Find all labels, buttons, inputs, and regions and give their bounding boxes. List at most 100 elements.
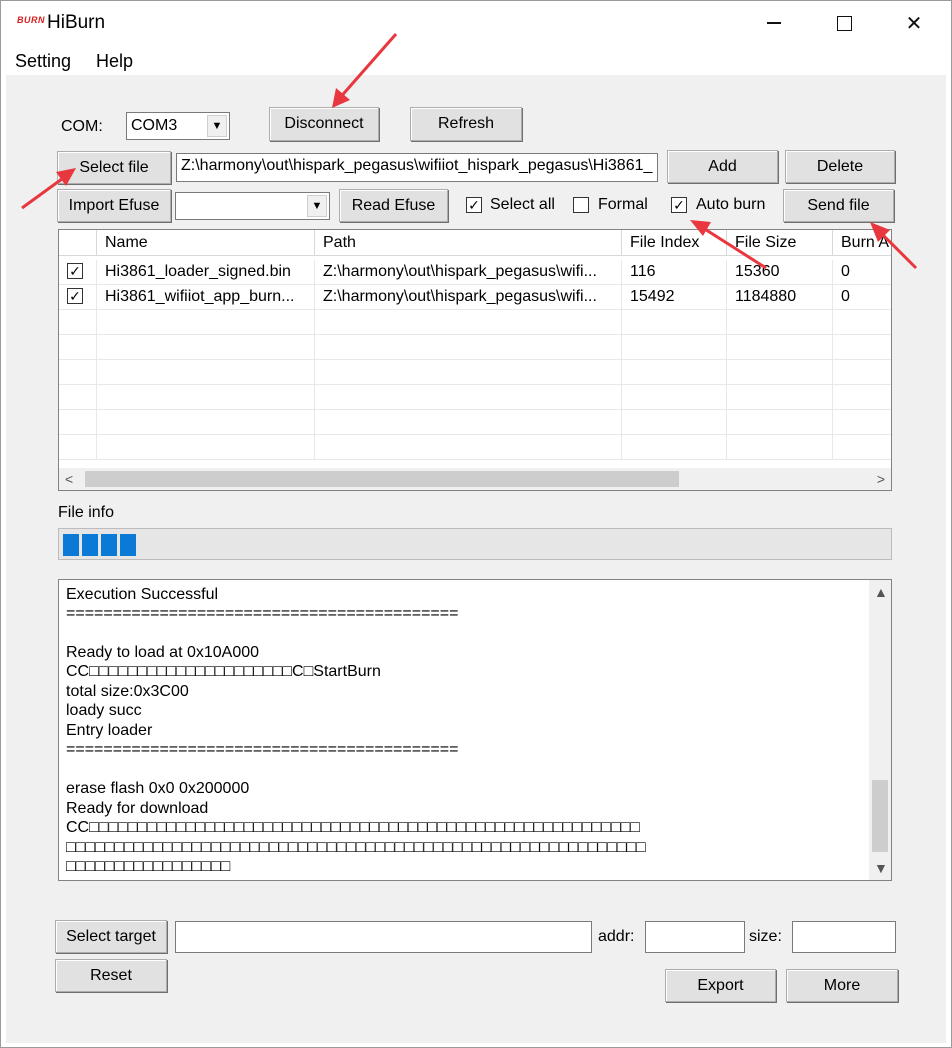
row-checkbox[interactable]: ✓ <box>67 263 83 279</box>
progress-block <box>63 534 79 556</box>
row-burn: 0 <box>833 260 891 285</box>
row-file-size: 15360 <box>727 260 833 285</box>
target-input[interactable] <box>175 921 592 953</box>
select-file-button[interactable]: Select file <box>57 151 171 184</box>
add-button[interactable]: Add <box>667 150 778 183</box>
addr-input[interactable] <box>645 921 745 953</box>
row-checkbox[interactable]: ✓ <box>67 288 83 304</box>
chevron-right-icon[interactable]: > <box>877 471 885 487</box>
log-line: CC□□□□□□□□□□□□□□□□□□□□□C□StartBurn <box>66 663 381 680</box>
reset-button[interactable]: Reset <box>55 959 167 992</box>
select-target-button[interactable]: Select target <box>55 920 167 953</box>
log-line: □□□□□□□□□□□□□□□□□□□□□□□□□□□□□□□□□□□□□□□□… <box>66 839 646 856</box>
table-header: Name Path File Index File Size Burn A <box>59 230 891 256</box>
efuse-select[interactable]: ▼ <box>175 192 330 220</box>
empty-cell <box>727 410 833 435</box>
chevron-down-icon[interactable]: ▼ <box>207 115 227 137</box>
empty-cell <box>315 310 622 335</box>
size-label: size: <box>749 928 782 945</box>
empty-cell <box>727 385 833 410</box>
header-file-size[interactable]: File Size <box>727 230 833 256</box>
empty-cell <box>59 410 97 435</box>
empty-cell <box>59 360 97 385</box>
empty-cell <box>59 385 97 410</box>
more-button[interactable]: More <box>786 969 898 1002</box>
table-row-empty <box>59 385 891 410</box>
menu-setting[interactable]: Setting <box>15 51 71 72</box>
header-file-index[interactable]: File Index <box>622 230 727 256</box>
table-row[interactable]: ✓ Hi3861_loader_signed.bin Z:\harmony\ou… <box>59 260 891 285</box>
row-file-size: 1184880 <box>727 285 833 310</box>
empty-cell <box>97 360 315 385</box>
log-line: CC□□□□□□□□□□□□□□□□□□□□□□□□□□□□□□□□□□□□□□… <box>66 819 640 836</box>
log-line: total size:0x3C00 <box>66 683 189 700</box>
addr-label: addr: <box>598 928 635 945</box>
com-port-select[interactable]: COM3 ▼ <box>126 112 230 140</box>
log-line: □□□□□□□□□□□□□□□□□ <box>66 858 231 875</box>
row-path: Z:\harmony\out\hispark_pegasus\wifi... <box>315 285 622 310</box>
log-output[interactable]: Execution Successful ===================… <box>58 579 892 881</box>
file-path-input[interactable]: Z:\harmony\out\hispark_pegasus\wifiiot_h… <box>176 153 658 182</box>
log-line: ========================================… <box>66 741 459 758</box>
title-bar: BURN HiBurn ✕ <box>1 1 951 45</box>
menu-help[interactable]: Help <box>96 51 133 72</box>
hiburn-window: BURN HiBurn ✕ Setting Help COM: COM3 ▼ D… <box>0 0 952 1048</box>
empty-cell <box>622 335 727 360</box>
chevron-down-icon[interactable]: ▼ <box>307 195 327 217</box>
log-line: loady succ <box>66 702 142 719</box>
send-file-button[interactable]: Send file <box>783 189 894 222</box>
empty-cell <box>622 410 727 435</box>
log-vertical-scrollbar[interactable]: ▲ ▼ <box>869 580 891 880</box>
import-efuse-button[interactable]: Import Efuse <box>57 189 171 222</box>
auto-burn-checkbox[interactable]: ✓ <box>671 197 687 213</box>
empty-cell <box>97 385 315 410</box>
select-all-label: Select all <box>490 196 555 213</box>
empty-cell <box>315 385 622 410</box>
header-burn[interactable]: Burn A <box>833 230 891 256</box>
close-button[interactable]: ✕ <box>879 1 949 45</box>
size-input[interactable] <box>792 921 896 953</box>
export-button[interactable]: Export <box>665 969 776 1002</box>
maximize-button[interactable] <box>809 1 879 45</box>
table-row[interactable]: ✓ Hi3861_wifiiot_app_burn... Z:\harmony\… <box>59 285 891 310</box>
app-logo-icon: BURN <box>17 15 45 25</box>
table-horizontal-scrollbar[interactable]: < > <box>59 468 891 490</box>
table-row-empty <box>59 310 891 335</box>
scrollbar-thumb[interactable] <box>872 780 888 852</box>
empty-cell <box>622 310 727 335</box>
empty-cell <box>622 360 727 385</box>
chevron-up-icon[interactable]: ▲ <box>874 584 888 600</box>
read-efuse-button[interactable]: Read Efuse <box>339 189 448 222</box>
delete-button[interactable]: Delete <box>785 150 895 183</box>
disconnect-button[interactable]: Disconnect <box>269 107 379 141</box>
header-path[interactable]: Path <box>315 230 622 256</box>
close-icon: ✕ <box>905 12 923 35</box>
empty-cell <box>727 435 833 460</box>
progress-block <box>82 534 98 556</box>
row-file-index: 15492 <box>622 285 727 310</box>
chevron-down-icon[interactable]: ▼ <box>874 860 888 876</box>
header-name[interactable]: Name <box>97 230 315 256</box>
table-row-empty <box>59 360 891 385</box>
minimize-button[interactable] <box>739 1 809 45</box>
empty-cell <box>727 310 833 335</box>
checkmark-icon: ✓ <box>69 263 81 279</box>
row-name: Hi3861_loader_signed.bin <box>97 260 315 285</box>
checkmark-icon: ✓ <box>69 288 81 304</box>
window-title: HiBurn <box>47 12 106 33</box>
table-row-empty <box>59 435 891 460</box>
checkmark-icon: ✓ <box>468 197 480 213</box>
select-all-checkbox[interactable]: ✓ <box>466 197 482 213</box>
row-check-cell: ✓ <box>59 260 97 285</box>
com-port-value: COM3 <box>131 117 178 134</box>
maximize-icon <box>836 15 852 31</box>
log-line: Execution Successful <box>66 586 219 603</box>
log-line: Ready to load at 0x10A000 <box>66 644 260 661</box>
scrollbar-thumb[interactable] <box>85 471 679 487</box>
chevron-left-icon[interactable]: < <box>65 471 73 487</box>
refresh-button[interactable]: Refresh <box>410 107 522 141</box>
empty-cell <box>315 335 622 360</box>
empty-cell <box>59 310 97 335</box>
file-info-label: File info <box>58 504 115 521</box>
formal-checkbox[interactable] <box>573 197 589 213</box>
